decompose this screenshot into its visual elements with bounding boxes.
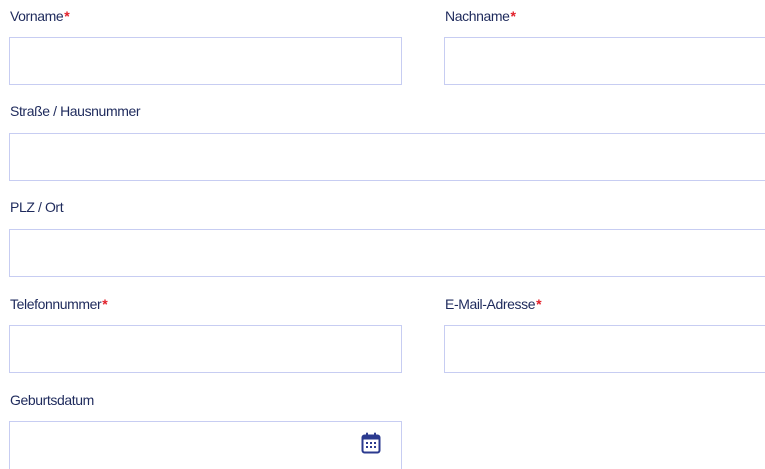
nachname-input[interactable] bbox=[444, 37, 765, 85]
required-marker: * bbox=[64, 8, 70, 24]
required-marker: * bbox=[102, 296, 108, 312]
calendar-icon[interactable] bbox=[361, 432, 381, 454]
vorname-label: Vorname* bbox=[10, 8, 70, 24]
email-label: E-Mail-Adresse* bbox=[445, 296, 542, 312]
plz-ort-label: PLZ / Ort bbox=[10, 199, 64, 215]
geburtsdatum-label: Geburtsdatum bbox=[10, 392, 94, 408]
plz-ort-input[interactable] bbox=[9, 229, 765, 277]
required-marker: * bbox=[510, 8, 516, 24]
nachname-label-text: Nachname bbox=[445, 8, 510, 24]
email-label-text: E-Mail-Adresse bbox=[445, 296, 536, 312]
geburtsdatum-label-text: Geburtsdatum bbox=[10, 392, 94, 408]
telefon-label: Telefonnummer* bbox=[10, 296, 108, 312]
vorname-input[interactable] bbox=[9, 37, 402, 85]
plz-ort-label-text: PLZ / Ort bbox=[10, 199, 64, 215]
telefon-label-text: Telefonnummer bbox=[10, 296, 102, 312]
nachname-label: Nachname* bbox=[445, 8, 516, 24]
vorname-label-text: Vorname bbox=[10, 8, 64, 24]
strasse-label-text: Straße / Hausnummer bbox=[10, 103, 141, 119]
telefon-input[interactable] bbox=[9, 325, 402, 373]
email-input[interactable] bbox=[444, 325, 765, 373]
strasse-label: Straße / Hausnummer bbox=[10, 103, 141, 119]
required-marker: * bbox=[536, 296, 542, 312]
geburtsdatum-input[interactable] bbox=[9, 421, 402, 469]
strasse-input[interactable] bbox=[9, 133, 765, 181]
